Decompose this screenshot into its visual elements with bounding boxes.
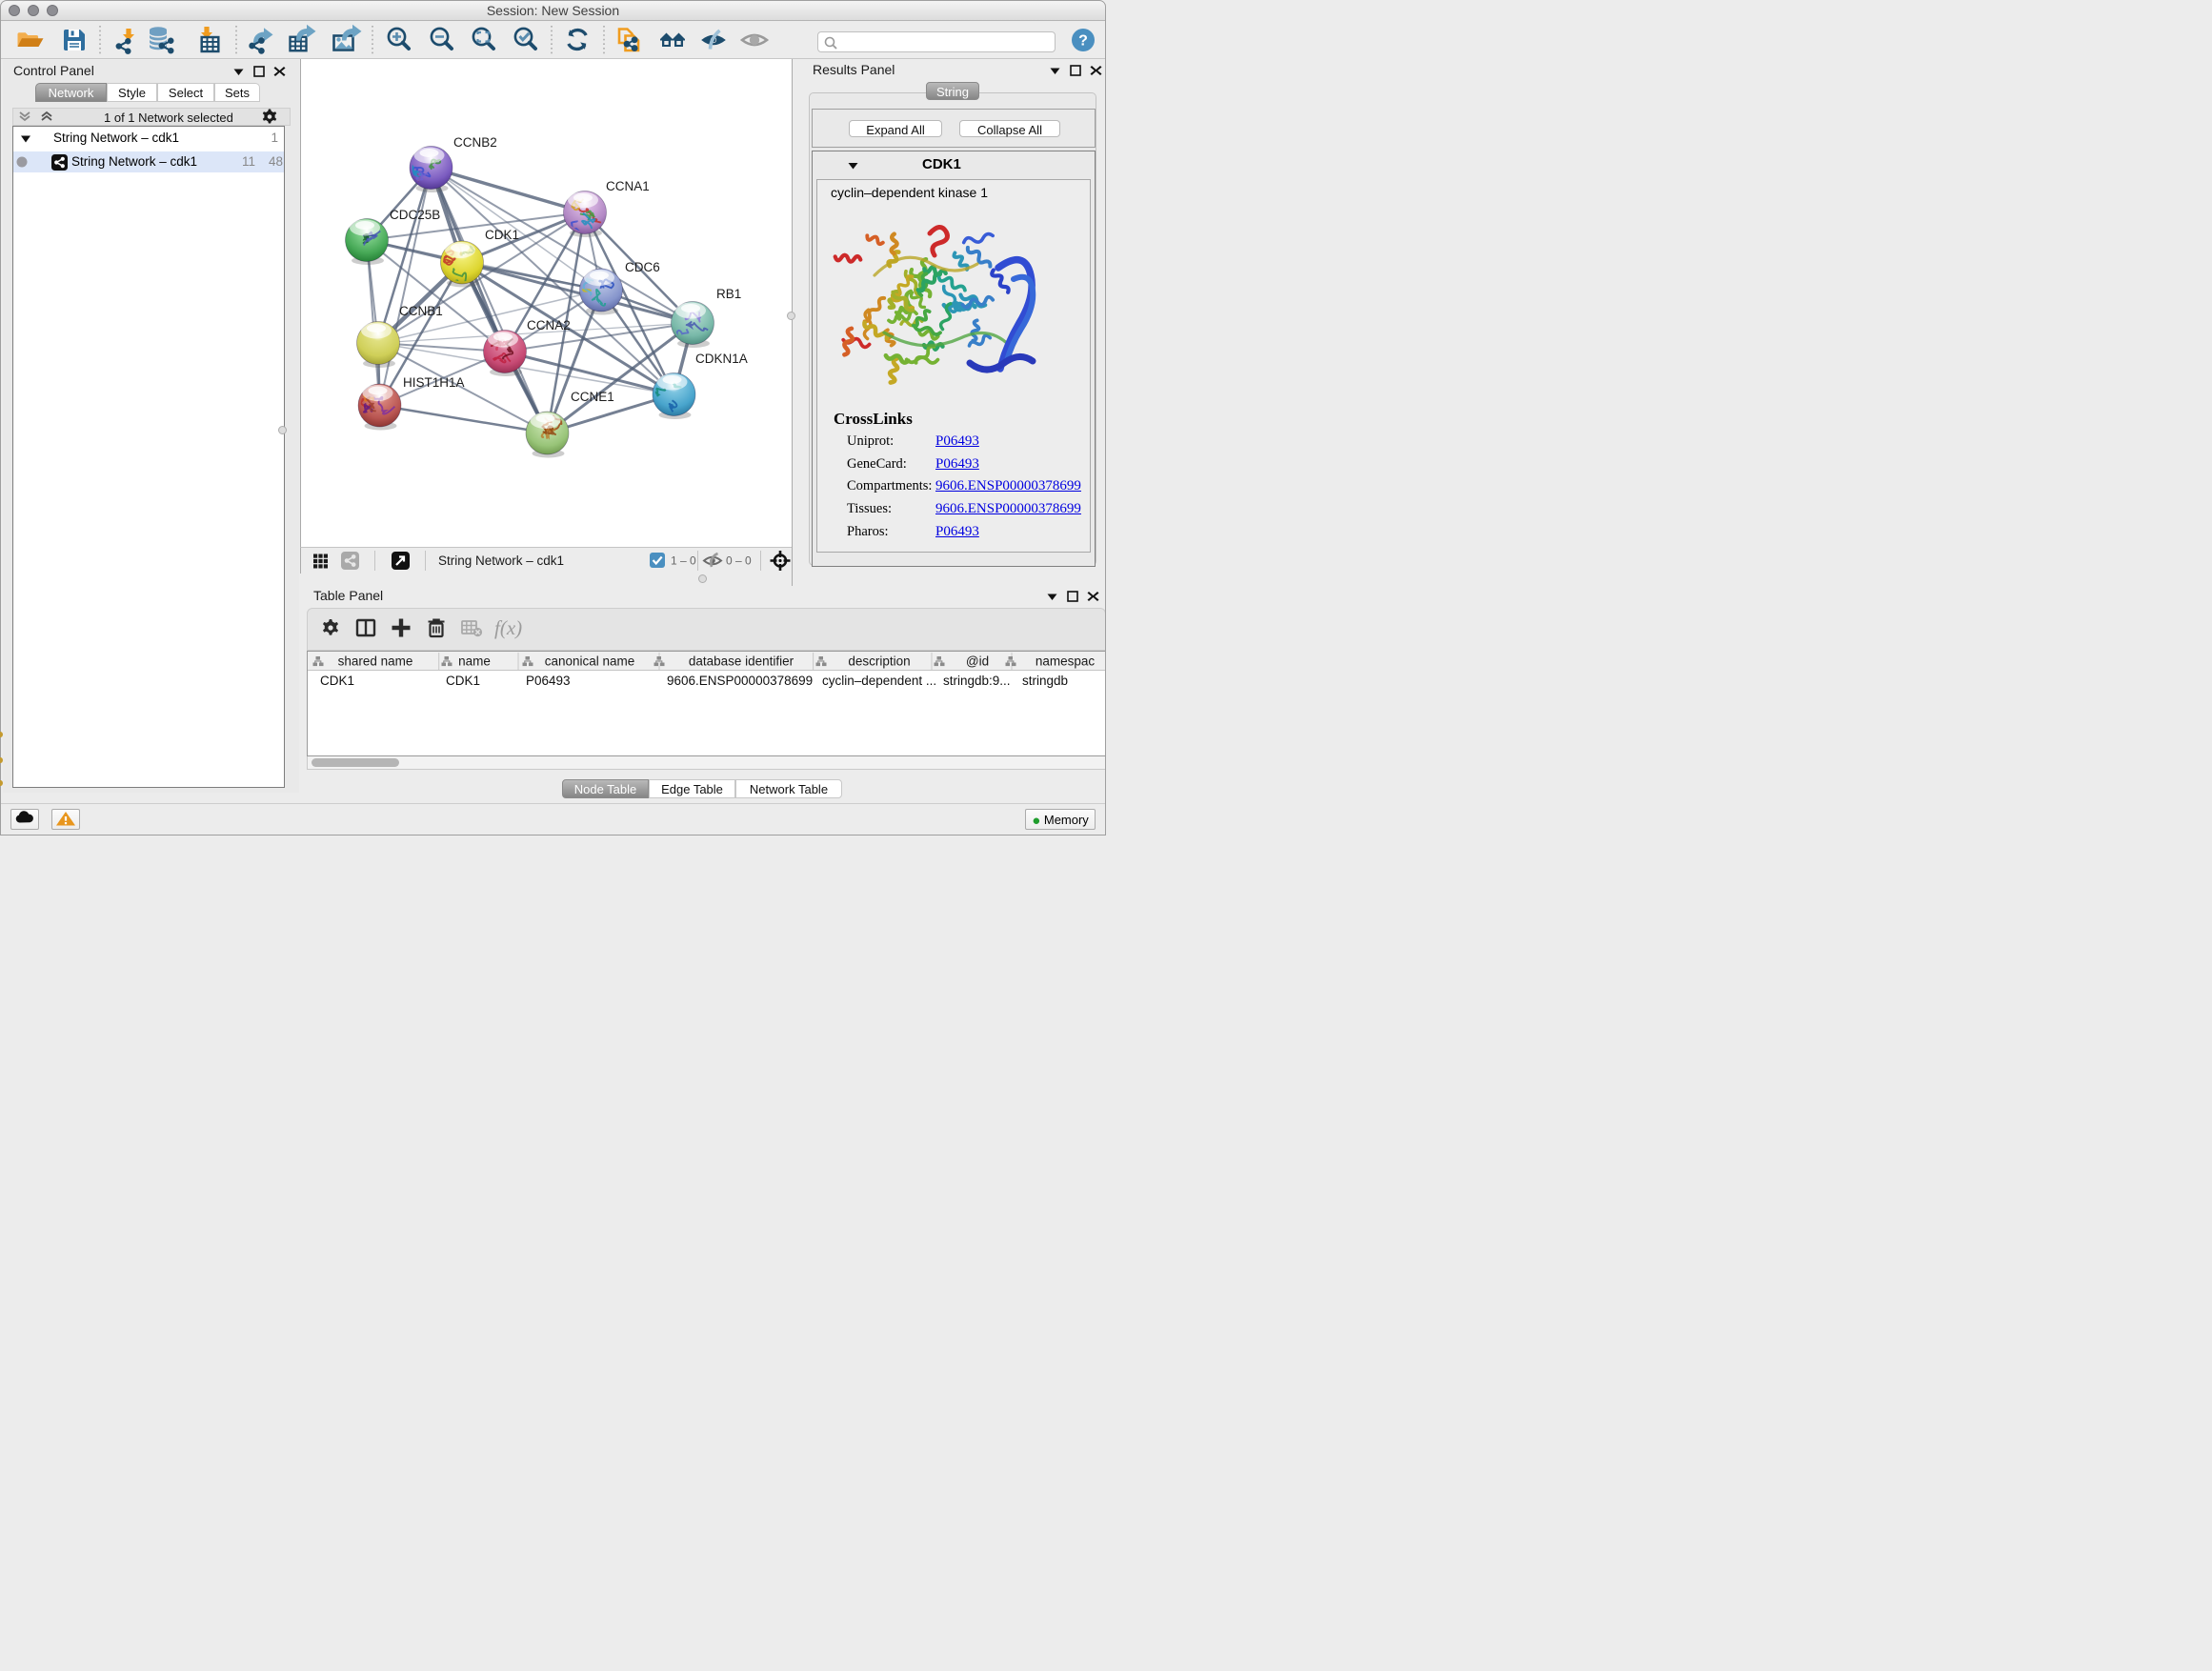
- svg-text:CDK1: CDK1: [485, 228, 519, 242]
- svg-text:CCNB2: CCNB2: [453, 135, 497, 150]
- svg-text:HIST1H1A: HIST1H1A: [403, 375, 465, 390]
- svg-text:CDC6: CDC6: [625, 260, 660, 274]
- svg-text:CCNA2: CCNA2: [527, 318, 571, 332]
- svg-text:CCNA1: CCNA1: [606, 179, 650, 193]
- svg-text:shared name: shared name: [338, 654, 413, 669]
- svg-text:String Network – cdk1: String Network – cdk1: [438, 554, 564, 568]
- svg-text:RB1: RB1: [716, 287, 741, 301]
- svg-text:CDC25B: CDC25B: [390, 208, 440, 222]
- svg-text:CCNE1: CCNE1: [571, 390, 614, 404]
- svg-text:name: name: [458, 654, 491, 669]
- svg-text:description: description: [848, 654, 910, 669]
- svg-text:f(x): f(x): [494, 616, 522, 639]
- svg-text:canonical name: canonical name: [545, 654, 635, 669]
- svg-text:CCNB1: CCNB1: [399, 304, 443, 318]
- svg-text:CDKN1A: CDKN1A: [695, 352, 748, 366]
- svg-text:database identifier: database identifier: [689, 654, 794, 669]
- svg-text:@id: @id: [966, 654, 989, 669]
- svg-text:?: ?: [1078, 33, 1088, 50]
- svg-text:0 – 0: 0 – 0: [726, 554, 752, 568]
- svg-text:namespac: namespac: [1036, 654, 1096, 669]
- svg-text:1 – 0: 1 – 0: [671, 554, 696, 568]
